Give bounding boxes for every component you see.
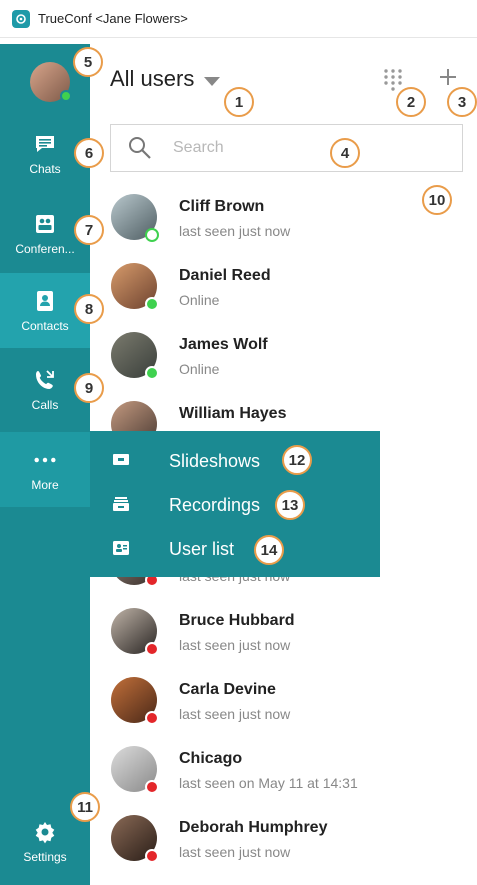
contact-row[interactable]: Bruce Hubbard last seen just now — [90, 604, 477, 673]
conference-icon — [33, 212, 57, 236]
online-status-dot — [60, 90, 72, 102]
search-input[interactable] — [173, 139, 433, 157]
nav-more[interactable]: More — [0, 432, 90, 507]
phone-calls-icon — [33, 368, 57, 392]
menu-item-recordings[interactable]: Recordings — [90, 483, 380, 527]
search-icon — [129, 137, 151, 159]
callout-6: 6 — [74, 138, 104, 168]
search-box[interactable] — [110, 124, 463, 172]
user-filter-dropdown[interactable]: All users — [110, 66, 221, 92]
nav-calls-label: Calls — [31, 397, 59, 412]
contact-name: Deborah Humphrey — [179, 819, 328, 836]
menu-item-label: User list — [169, 538, 235, 559]
callout-11: 11 — [70, 792, 100, 822]
page-title: All users — [110, 66, 195, 91]
contact-name: Daniel Reed — [179, 267, 271, 284]
gear-icon — [33, 820, 57, 844]
contact-name: Carla Devine — [179, 681, 276, 698]
nav-settings-label: Settings — [23, 849, 67, 864]
contact-name: Bruce Hubbard — [179, 612, 295, 629]
callout-10: 10 — [422, 185, 452, 215]
menu-item-slideshows[interactable]: Slideshows — [90, 439, 380, 483]
offline-status-dot — [145, 711, 159, 725]
contact-status: Online — [179, 292, 220, 308]
offline-status-dot — [145, 780, 159, 794]
callout-8: 8 — [74, 294, 104, 324]
contact-row[interactable]: Deborah Humphrey last seen just now — [90, 811, 477, 880]
menu-item-user-list[interactable]: User list — [90, 527, 380, 571]
nav-chats-label: Chats — [29, 161, 61, 176]
contact-row[interactable]: Daniel Reed Online — [90, 259, 477, 328]
contact-row[interactable]: Cliff Brown last seen just now — [90, 190, 477, 259]
user-avatar[interactable] — [30, 62, 72, 102]
contact-status: Online — [179, 361, 220, 377]
callout-1: 1 — [224, 87, 254, 117]
window-titlebar: TrueConf <Jane Flowers> — [0, 0, 477, 38]
callout-5: 5 — [73, 47, 103, 77]
contact-row[interactable]: Carla Devine last seen just now — [90, 673, 477, 742]
online-status-dot — [145, 297, 159, 311]
callout-14: 14 — [254, 535, 284, 565]
recordings-icon — [113, 497, 129, 511]
contact-row[interactable]: Chicago last seen on May 11 at 14:31 — [90, 742, 477, 811]
online-status-dot — [145, 366, 159, 380]
contact-status: last seen just now — [179, 637, 291, 653]
contact-status: last seen just now — [179, 844, 291, 860]
slideshow-icon — [113, 454, 129, 465]
more-dots-icon — [33, 448, 57, 472]
callout-9: 9 — [74, 373, 104, 403]
trueconf-app-icon — [12, 9, 30, 28]
add-contact-button[interactable] — [438, 66, 458, 90]
contact-status: last seen just now — [179, 706, 291, 722]
offline-status-dot — [145, 642, 159, 656]
window-title: TrueConf <Jane Flowers> — [38, 11, 188, 26]
contact-status: last seen just now — [179, 223, 291, 239]
nav-contacts-label: Contacts — [21, 318, 69, 333]
away-status-dot — [145, 228, 159, 242]
contact-row[interactable]: James Wolf Online — [90, 328, 477, 397]
contacts-book-icon — [33, 289, 57, 313]
contact-name: William Hayes — [179, 405, 287, 422]
callout-13: 13 — [275, 490, 305, 520]
chat-bubble-icon — [33, 132, 57, 156]
contact-status: last seen on May 11 at 14:31 — [179, 775, 358, 791]
callout-2: 2 — [396, 87, 426, 117]
callout-4: 4 — [330, 138, 360, 168]
nav-conferences-label: Conferen... — [15, 241, 75, 256]
more-menu: Slideshows Recordings User list — [90, 431, 380, 577]
dialpad-icon[interactable] — [383, 68, 403, 92]
menu-item-label: Recordings — [169, 494, 261, 515]
chevron-down-icon — [204, 76, 221, 86]
user-list-icon — [113, 541, 129, 555]
offline-status-dot — [145, 849, 159, 863]
nav-more-label: More — [31, 477, 59, 492]
callout-7: 7 — [74, 215, 104, 245]
plus-icon — [440, 69, 456, 85]
contact-name: James Wolf — [179, 336, 268, 353]
menu-item-label: Slideshows — [169, 450, 261, 471]
contact-name: Chicago — [179, 750, 243, 767]
callout-3: 3 — [447, 87, 477, 117]
callout-12: 12 — [282, 445, 312, 475]
contact-name: Cliff Brown — [179, 198, 265, 215]
